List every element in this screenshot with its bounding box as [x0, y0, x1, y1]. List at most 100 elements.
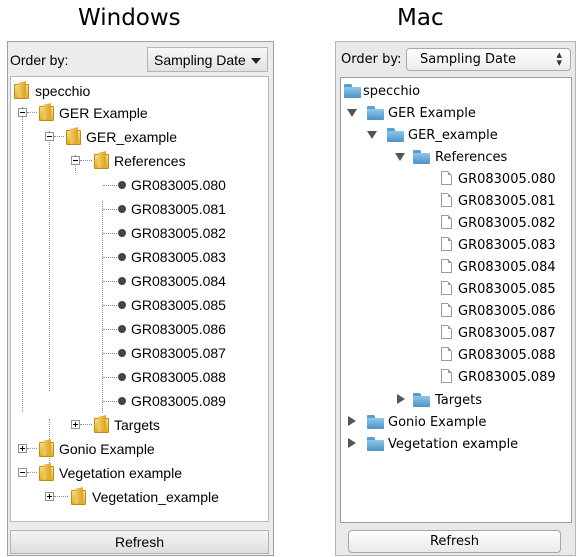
tree-leaf-file[interactable]: GR083005.085 [11, 295, 261, 315]
tree-connector [103, 305, 117, 306]
tree-node-label: GER_example [408, 128, 498, 143]
bullet-icon [118, 229, 126, 237]
tree-node-specchio[interactable]: specchio [341, 82, 566, 103]
tree-leaf-file[interactable]: GR083005.087 [341, 324, 569, 345]
folder-icon [413, 393, 430, 407]
tree-node-label: GER_example [86, 129, 178, 145]
tree-node-targets[interactable]: Targets [341, 391, 566, 412]
collapse-icon[interactable] [18, 108, 27, 117]
tree-node-vegetation-example[interactable]: Vegetation example [341, 435, 566, 456]
tree-connector [80, 160, 92, 161]
order-by-dropdown[interactable]: Sampling Date [147, 47, 268, 72]
tree-leaf-file[interactable]: GR083005.088 [11, 367, 261, 387]
tree-connector [103, 329, 117, 330]
tree-node-ger-example[interactable]: GER Example [11, 103, 261, 123]
bullet-icon [118, 397, 126, 405]
tree-view[interactable]: specchio GER Example GER_example Referen… [10, 76, 269, 522]
tree-leaf-file[interactable]: GR083005.089 [341, 368, 569, 389]
tree-connector [103, 377, 117, 378]
tree-node-label: GR083005.084 [131, 273, 226, 289]
collapse-icon[interactable] [71, 156, 80, 165]
refresh-button[interactable]: Refresh [348, 530, 561, 553]
disclosure-collapsed-icon[interactable] [348, 438, 356, 448]
tree-leaf-file[interactable]: GR083005.088 [341, 346, 569, 367]
up-down-arrows-icon: ▴ ▾ [556, 48, 562, 69]
tree-leaf-file[interactable]: GR083005.084 [11, 271, 261, 291]
tree-node-label: GR083005.087 [131, 345, 226, 361]
expand-icon[interactable] [71, 420, 80, 429]
tree-node-label: Gonio Example [388, 415, 487, 430]
refresh-button[interactable]: Refresh [10, 530, 269, 554]
tree-node-label: References [435, 150, 508, 165]
bullet-icon [118, 205, 126, 213]
tree-node-label: GR083005.080 [458, 172, 556, 187]
tree-node-targets[interactable]: Targets [11, 415, 261, 435]
mac-panel: Order by: Sampling Date ▴ ▾ specchio GER … [335, 41, 576, 556]
tree-leaf-file[interactable]: GR083005.086 [11, 319, 261, 339]
tree-node-label: GR083005.083 [131, 249, 226, 265]
disclosure-collapsed-icon[interactable] [348, 416, 356, 426]
tree-leaf-file[interactable]: GR083005.085 [341, 280, 569, 301]
tree-leaf-file[interactable]: GR083005.086 [341, 302, 569, 323]
order-by-label: Order by: [341, 52, 402, 67]
tree-node-gonio-example[interactable]: Gonio Example [11, 439, 261, 459]
disclosure-expanded-icon[interactable] [395, 153, 405, 161]
tree-node-ger-example-child[interactable]: GER_example [11, 127, 261, 147]
tree-node-label: Vegetation example [59, 465, 182, 481]
folder-icon [367, 106, 384, 120]
folder-icon [14, 82, 30, 99]
bullet-icon [118, 325, 126, 333]
tree-leaf-file[interactable]: GR083005.089 [11, 391, 261, 411]
tree-leaf-file[interactable]: GR083005.082 [11, 223, 261, 243]
tree-node-gonio-example[interactable]: Gonio Example [341, 413, 566, 434]
tree-connector [103, 281, 117, 282]
tree-view[interactable]: specchio GER Example GER_example Referen… [340, 77, 572, 523]
tree-node-label: Gonio Example [59, 441, 155, 457]
tree-leaf-file[interactable]: GR083005.083 [341, 236, 569, 257]
tree-node-specchio[interactable]: specchio [11, 81, 261, 101]
tree-node-label: GR083005.084 [458, 260, 556, 275]
tree-node-vegetation-example[interactable]: Vegetation example [11, 463, 261, 483]
document-icon [441, 369, 452, 383]
bullet-icon [118, 181, 126, 189]
bullet-icon [118, 277, 126, 285]
folder-icon [387, 128, 404, 142]
tree-leaf-file[interactable]: GR083005.080 [341, 170, 569, 191]
order-by-dropdown[interactable]: Sampling Date ▴ ▾ [406, 48, 571, 71]
tree-node-label: GR083005.083 [458, 238, 556, 253]
expand-icon[interactable] [45, 492, 54, 501]
tree-node-ger-example[interactable]: GER Example [341, 104, 566, 125]
tree-node-references[interactable]: References [341, 148, 566, 169]
tree-node-label: GR083005.086 [458, 304, 556, 319]
tree-node-label: GR083005.087 [458, 326, 556, 341]
tree-node-label: Vegetation_example [92, 489, 219, 505]
tree-node-label: GR083005.080 [131, 177, 226, 193]
disclosure-collapsed-icon[interactable] [397, 394, 405, 404]
disclosure-expanded-icon[interactable] [347, 109, 357, 117]
tree-node-references[interactable]: References [11, 151, 261, 171]
tree-leaf-file[interactable]: GR083005.084 [341, 258, 569, 279]
tree-node-label: GR083005.085 [131, 297, 226, 313]
tree-node-vegetation-example-child[interactable]: Vegetation_example [11, 487, 261, 507]
expand-icon[interactable] [18, 444, 27, 453]
bullet-icon [118, 349, 126, 357]
tree-connector [54, 136, 64, 137]
tree-leaf-file[interactable]: GR083005.083 [11, 247, 261, 267]
tree-node-label: GR083005.089 [458, 370, 556, 385]
collapse-icon[interactable] [45, 132, 54, 141]
document-icon [441, 193, 452, 207]
tree-node-ger-example-child[interactable]: GER_example [341, 126, 566, 147]
tree-connector [103, 401, 117, 402]
collapse-icon[interactable] [18, 468, 27, 477]
tree-leaf-file[interactable]: GR083005.087 [11, 343, 261, 363]
tree-leaf-file[interactable]: GR083005.080 [11, 175, 261, 195]
bullet-icon [118, 253, 126, 261]
disclosure-expanded-icon[interactable] [367, 131, 377, 139]
tree-leaf-file[interactable]: GR083005.082 [341, 214, 569, 235]
tree-connector [103, 353, 117, 354]
tree-leaf-file[interactable]: GR083005.081 [341, 192, 569, 213]
bullet-icon [118, 301, 126, 309]
tree-node-label: GR083005.088 [131, 369, 226, 385]
tree-leaf-file[interactable]: GR083005.081 [11, 199, 261, 219]
tree-node-label: GR083005.082 [131, 225, 226, 241]
